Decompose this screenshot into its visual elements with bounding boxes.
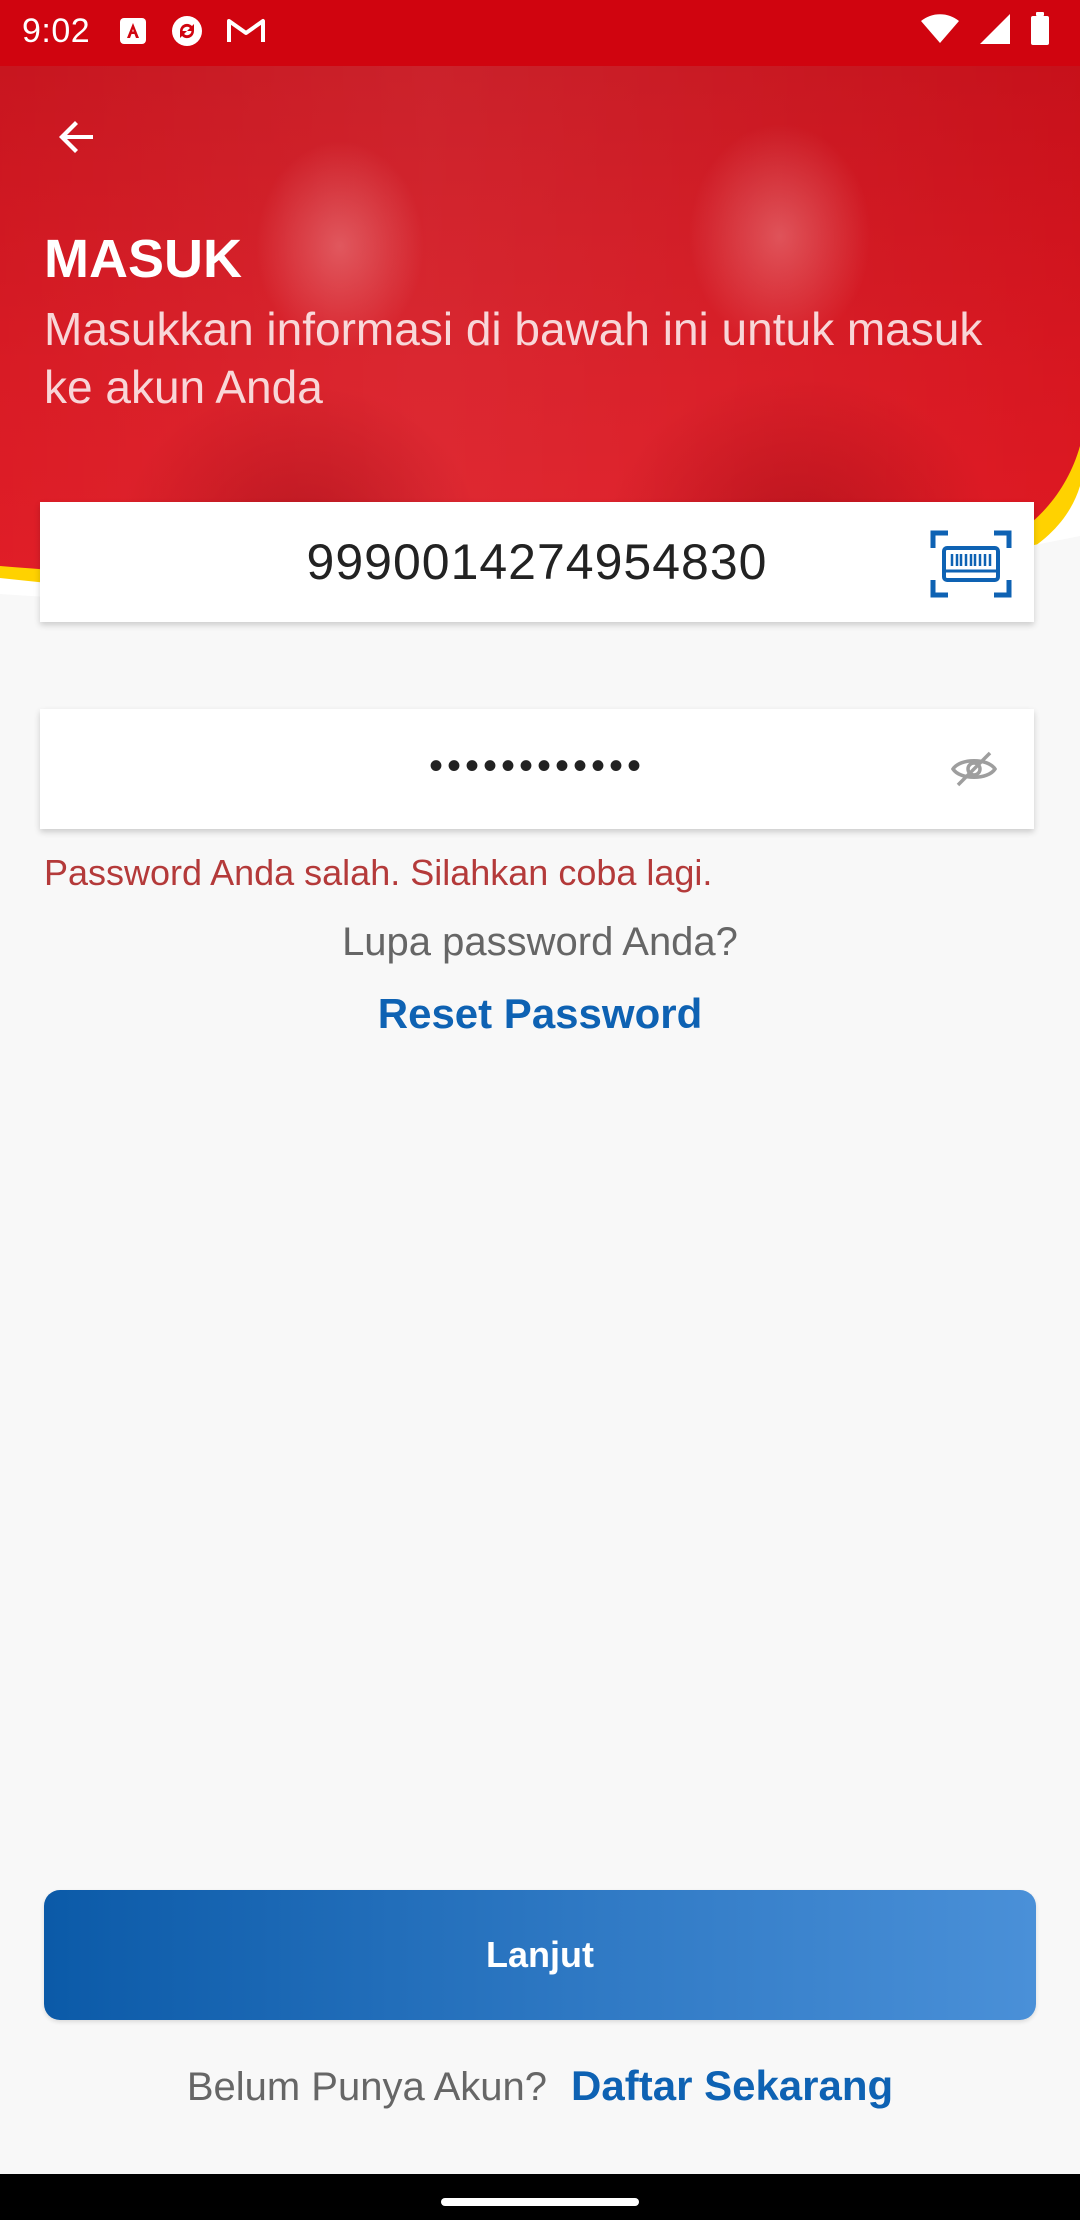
signal-icon xyxy=(980,14,1010,44)
register-now-link[interactable]: Daftar Sekarang xyxy=(571,2062,893,2110)
register-row: Belum Punya Akun? Daftar Sekarang xyxy=(0,2062,1080,2110)
password-error-message: Password Anda salah. Silahkan coba lagi. xyxy=(44,852,713,893)
status-bar: 9:02 xyxy=(0,0,1080,66)
forgot-password-prompt: Lupa password Anda? xyxy=(342,920,738,964)
adobe-acrobat-icon xyxy=(120,18,146,44)
account-number-field[interactable]: 9990014274954830 xyxy=(40,502,1034,622)
account-number-value: 9990014274954830 xyxy=(306,534,768,590)
navigation-bar xyxy=(0,2174,1080,2220)
notification-icons xyxy=(118,14,266,48)
eye-off-icon[interactable] xyxy=(950,749,998,789)
arrow-left-icon xyxy=(59,121,93,153)
wifi-icon xyxy=(921,14,959,44)
barcode-scan-icon[interactable] xyxy=(930,530,1012,598)
system-icons xyxy=(920,12,1050,46)
gmail-icon xyxy=(227,19,265,42)
continue-button[interactable]: Lanjut xyxy=(44,1890,1036,2020)
reset-password-link[interactable]: Reset Password xyxy=(0,990,1080,1038)
password-field[interactable]: •••••••••••• xyxy=(40,709,1034,829)
sync-app-icon xyxy=(172,16,202,46)
back-button[interactable] xyxy=(40,100,114,174)
register-prompt: Belum Punya Akun? xyxy=(186,2065,548,2109)
page-subtitle: Masukkan informasi di bawah ini untuk ma… xyxy=(44,303,983,413)
status-time: 9:02 xyxy=(22,12,91,50)
home-indicator[interactable] xyxy=(441,2198,639,2206)
page-title: MASUK xyxy=(44,229,242,289)
battery-icon xyxy=(1031,12,1049,45)
password-value: •••••••••••• xyxy=(428,743,646,788)
